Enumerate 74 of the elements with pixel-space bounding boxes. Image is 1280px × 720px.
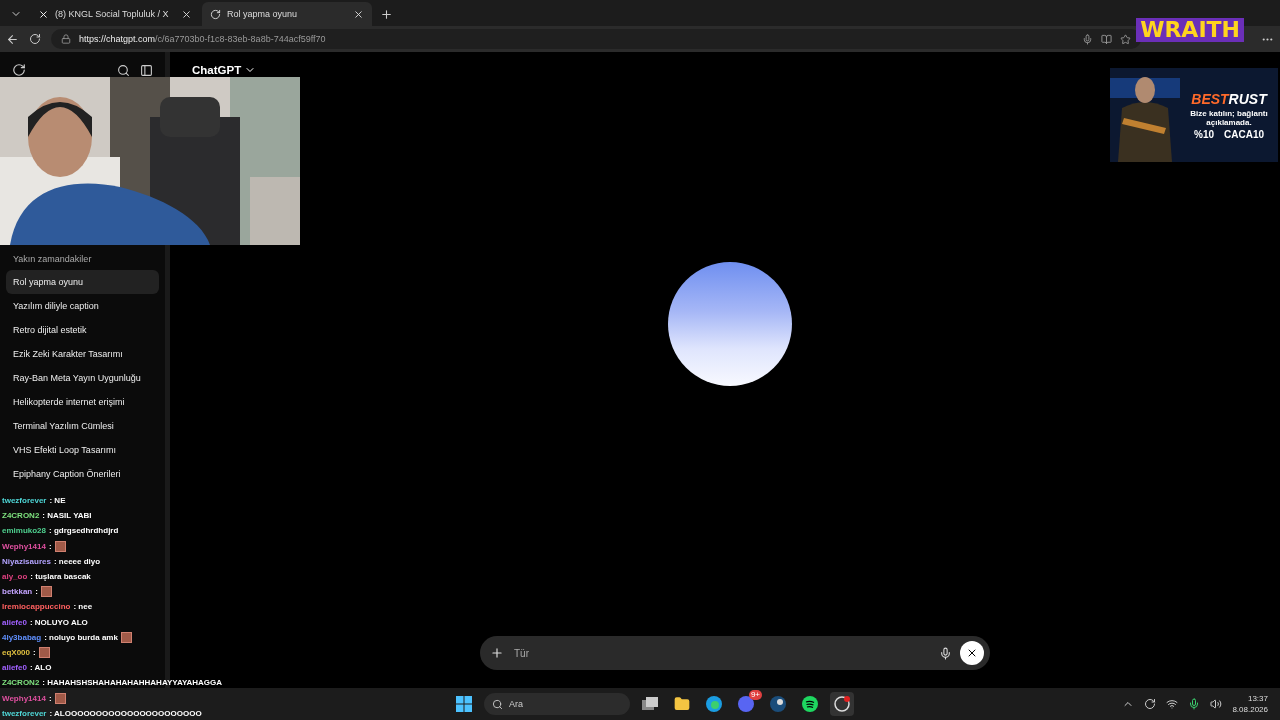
- promo-code: CACA10: [1224, 128, 1264, 140]
- star-icon: [1120, 33, 1131, 45]
- ad-text: Bize katılın; bağlantı açıklamada.: [1189, 108, 1269, 127]
- chat-username: emimuko28: [2, 526, 47, 536]
- chat-message: : NOLUYO ALO: [29, 617, 88, 627]
- clock[interactable]: 13:37 8.08.2026: [1232, 693, 1268, 715]
- chat-username: twezforever: [2, 708, 47, 718]
- chat-username: aliefe0: [2, 617, 27, 627]
- chat-message: : tuşlara bascak: [30, 572, 91, 582]
- chat-history-item[interactable]: Retro dijital estetik: [6, 318, 159, 342]
- chat-username: Z4CRON2: [2, 678, 40, 688]
- chat-message: : noluyo burda amk: [44, 632, 118, 642]
- chat-message: : HAHAHSHSHAHAHAHAHHAHAYYAYAHAGGA: [42, 678, 223, 688]
- chat-history-item[interactable]: Ezik Zeki Karakter Tasarımı: [6, 342, 159, 366]
- sidebar-toggle-icon: [140, 63, 153, 77]
- chat-history-item[interactable]: Helikopterde internet erişimi: [6, 390, 159, 414]
- microphone-icon: [1188, 698, 1201, 710]
- address-bar[interactable]: https://chatgpt.com/c/6a7703b0-f1c8-83eb-8a8b-744acf59ff70: [51, 29, 1141, 49]
- microphone-icon: [1082, 33, 1093, 45]
- brand-logo: WRAITH: [1136, 18, 1244, 42]
- chat-message: : gdrgsedhrdhdjrd: [49, 526, 119, 536]
- model-selector[interactable]: ChatGPT: [192, 64, 257, 76]
- chat-username: betkkan: [2, 587, 33, 597]
- network-icon: [1166, 698, 1179, 710]
- chat-username: Wephy1414: [2, 541, 46, 551]
- sync-icon: [1144, 698, 1157, 710]
- chat-username: Wephy1414: [2, 693, 46, 703]
- chat-history-item[interactable]: Rol yapma oyunu: [6, 270, 159, 294]
- chat-message: : NE: [49, 496, 66, 506]
- chat-username: Iremiocappuccino: [2, 602, 71, 612]
- chat-username: 4ly3babag: [2, 632, 42, 642]
- taskbar-search[interactable]: Ara: [484, 693, 630, 715]
- chat-username: aliefe0: [2, 663, 27, 673]
- message-input[interactable]: Tür: [512, 646, 931, 660]
- close-button[interactable]: [960, 641, 984, 665]
- close-icon: [353, 8, 364, 20]
- chat-username: Z4CRON2: [2, 511, 40, 521]
- back-button[interactable]: [6, 32, 19, 46]
- microphone-icon: [939, 646, 952, 660]
- composer-field[interactable]: Tür: [480, 636, 990, 670]
- chat-message: : ALOOOOOOOOOOOOOOOOOOOOOO: [49, 708, 202, 718]
- chat-history-item[interactable]: Terminal Yazılım Cümlesi: [6, 414, 159, 438]
- chat-message: :: [48, 693, 52, 703]
- search-icon: [117, 63, 130, 77]
- browser-tab[interactable]: (8) KNGL Social Topluluk / X: [30, 2, 200, 26]
- chat-message: : ALO: [29, 663, 52, 673]
- chat-message: : neeee diyo: [53, 556, 101, 566]
- reload-button[interactable]: [29, 33, 41, 45]
- chat-message: : nee: [73, 602, 93, 612]
- plus-icon: [490, 646, 504, 660]
- lock-icon: [61, 34, 71, 44]
- chat-username: twezforever: [2, 496, 47, 506]
- discount-text: %10: [1194, 128, 1214, 140]
- chat-username: Niyazisaures: [2, 556, 51, 566]
- volume-icon: [1210, 698, 1223, 710]
- x-logo-icon: [38, 8, 49, 20]
- close-icon: [181, 8, 192, 20]
- chat-history-item[interactable]: VHS Efekti Loop Tasarımı: [6, 438, 159, 462]
- chat-message: : NASIL YABI: [42, 511, 92, 521]
- section-heading: Yakın zamandakiler: [12, 253, 93, 266]
- browser-tab[interactable]: Rol yapma oyunu: [202, 2, 372, 26]
- chat-history-item[interactable]: Yazılım diliyle caption: [6, 294, 159, 318]
- chat-username: eqX000: [2, 647, 31, 657]
- chat-message: :: [48, 541, 52, 551]
- search-icon: [492, 698, 503, 710]
- chat-message: :: [35, 587, 38, 597]
- plus-icon: [379, 7, 393, 21]
- chat-username: aly_oo: [2, 572, 28, 582]
- ad-title: BESTRUST: [1191, 90, 1267, 107]
- close-icon: [966, 647, 978, 659]
- chat-history-item[interactable]: Epiphany Caption Önerileri: [6, 462, 159, 486]
- notification-badge: 9+: [748, 690, 762, 700]
- chat-message: :: [33, 647, 36, 657]
- chat-history-item[interactable]: Ray-Ban Meta Yayın Uygunluğu: [6, 366, 159, 390]
